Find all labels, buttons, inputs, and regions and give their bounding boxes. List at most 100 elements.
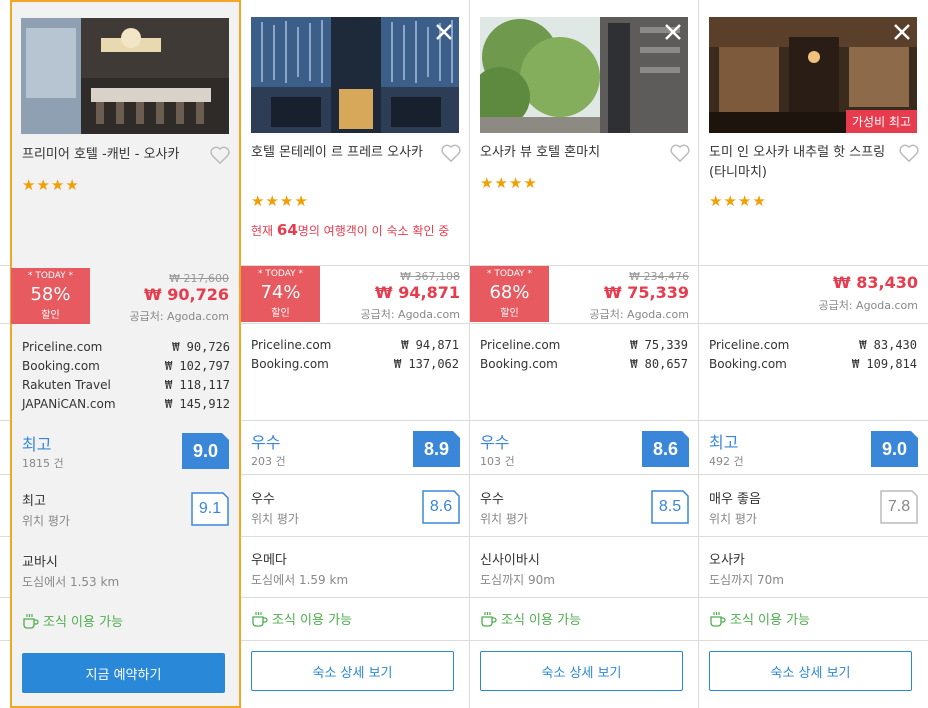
offer-price: ₩ 94,871	[401, 338, 459, 352]
location-rating-word: 우수	[251, 492, 275, 507]
star-rating: ★★★★	[251, 192, 309, 210]
area-name: 신사이바시	[480, 553, 540, 568]
offer-row[interactable]: JAPANiCAN.com ₩ 145,912	[22, 395, 230, 414]
discount-percent: 74%	[260, 282, 301, 303]
heart-icon[interactable]	[440, 143, 462, 163]
location-rating-label: 위치 평가	[709, 512, 757, 526]
discount-label: 할인	[500, 308, 519, 319]
best-price[interactable]: ₩ 94,871	[375, 283, 460, 302]
discount-percent: 58%	[30, 284, 71, 305]
distance: 도심까지 90m	[480, 573, 555, 587]
viewers-count: 64	[276, 221, 298, 239]
today-tag: * TODAY *	[486, 269, 533, 279]
heart-icon[interactable]	[669, 143, 691, 163]
score-value: 9.0	[881, 438, 908, 459]
offer-price: ₩ 109,814	[851, 357, 917, 371]
review-count: 492 건	[709, 455, 744, 468]
distance: 도심까지 70m	[709, 573, 784, 587]
offer-row[interactable]: Booking.com ₩ 137,062	[251, 355, 459, 374]
offer-price: ₩ 83,430	[859, 338, 917, 352]
hotel-photo[interactable]	[251, 17, 459, 133]
area-name: 오사카	[709, 553, 745, 568]
coffee-cup-icon	[252, 611, 268, 627]
offer-site: Booking.com	[480, 357, 558, 371]
breakfast-label: 조식 이용 가능	[501, 613, 582, 628]
close-icon[interactable]	[433, 21, 455, 43]
close-icon[interactable]	[891, 21, 913, 43]
location-score-badge: 8.5	[651, 490, 689, 524]
view-details-button[interactable]: 숙소 상세 보기	[480, 651, 683, 691]
score-value: 9.0	[192, 440, 219, 461]
score-value: 8.9	[423, 438, 450, 459]
offer-price: ₩ 75,339	[630, 338, 688, 352]
hotel-name[interactable]: 도미 인 오사카 내추럴 핫 스프링 (타니마치)	[709, 143, 894, 183]
offer-row[interactable]: Priceline.com ₩ 83,430	[709, 336, 917, 355]
view-details-button[interactable]: 숙소 상세 보기	[709, 651, 912, 691]
offer-site: Priceline.com	[709, 338, 790, 352]
offer-list: Priceline.com ₩ 75,339 Booking.com ₩ 80,65…	[480, 336, 688, 374]
hotel-photo[interactable]	[480, 17, 688, 133]
today-discount-badge: * TODAY * 58% 할인	[11, 268, 90, 324]
star-rating: ★★★★	[22, 176, 80, 194]
hotel-card[interactable]: 가성비 최고 도미 인 오사카 내추럴 핫 스프링 (타니마치) ★★★★ ₩ …	[699, 0, 928, 708]
offer-price: ₩ 102,797	[164, 359, 230, 373]
offer-row[interactable]: Priceline.com ₩ 94,871	[251, 336, 459, 355]
viewers-text: 명의 여행객이 이 숙소 확인 중	[297, 224, 450, 238]
discount-label: 할인	[41, 310, 60, 321]
coffee-cup-icon	[23, 613, 39, 629]
today-discount-badge: * TODAY * 74% 할인	[241, 266, 320, 322]
offer-price: ₩ 137,062	[393, 357, 459, 371]
offer-row[interactable]: Priceline.com ₩ 75,339	[480, 336, 688, 355]
view-details-button[interactable]: 숙소 상세 보기	[251, 651, 454, 691]
hotel-name[interactable]: 프리미어 호텔 -캐빈 - 오사카	[22, 145, 207, 165]
offer-row[interactable]: Booking.com ₩ 109,814	[709, 355, 917, 374]
hotel-name[interactable]: 오사카 뷰 호텔 혼마치	[480, 143, 665, 163]
today-tag: * TODAY *	[27, 271, 74, 281]
hotel-name[interactable]: 호텔 몬테레이 르 프레르 오사카	[251, 143, 436, 163]
hotel-photo[interactable]: 가성비 최고	[709, 17, 917, 133]
supplier: 공급처: Agoda.com	[129, 310, 229, 323]
offer-price: ₩ 80,657	[630, 357, 688, 371]
offer-row[interactable]: Priceline.com ₩ 90,726	[22, 338, 230, 357]
discount-percent: 68%	[489, 282, 530, 303]
offer-site: JAPANiCAN.com	[22, 397, 116, 411]
best-price[interactable]: ₩ 75,339	[604, 283, 689, 302]
rating-word: 최고	[709, 433, 739, 452]
today-discount-badge: * TODAY * 68% 할인	[470, 266, 549, 322]
today-tag: * TODAY *	[257, 269, 304, 279]
offer-price: ₩ 90,726	[172, 340, 230, 354]
original-price: ₩ 367,108	[400, 270, 460, 283]
hotel-card[interactable]: 호텔 몬테레이 르 프레르 오사카 ★★★★ 현재 64명의 여행객이 이 숙소…	[241, 0, 470, 708]
close-icon[interactable]	[662, 21, 684, 43]
best-price[interactable]: ₩ 90,726	[144, 285, 229, 304]
location-rating-label: 위치 평가	[251, 512, 299, 526]
rating-word: 최고	[22, 435, 52, 454]
location-rating-label: 위치 평가	[480, 512, 528, 526]
offer-row[interactable]: Rakuten Travel ₩ 118,117	[22, 376, 230, 395]
location-score-value: 8.5	[658, 498, 682, 515]
hotel-photo[interactable]	[21, 18, 229, 134]
best-price[interactable]: ₩ 83,430	[833, 273, 918, 292]
discount-label: 할인	[271, 308, 290, 319]
offer-list: Priceline.com ₩ 94,871 Booking.com ₩ 137,0…	[251, 336, 459, 374]
location-rating-word: 매우 좋음	[709, 492, 761, 507]
book-now-button[interactable]: 지금 예약하기	[22, 653, 225, 693]
viewers-notice: 현재 64명의 여행객이 이 숙소 확인 중	[251, 222, 451, 240]
hotel-card[interactable]: 프리미어 호텔 -캐빈 - 오사카 ★★★★ * TODAY * 58% 할인 …	[10, 0, 241, 708]
heart-icon[interactable]	[898, 143, 920, 163]
review-count: 203 건	[251, 455, 286, 468]
offer-price: ₩ 118,117	[164, 378, 230, 392]
offer-row[interactable]: Booking.com ₩ 80,657	[480, 355, 688, 374]
offer-row[interactable]: Booking.com ₩ 102,797	[22, 357, 230, 376]
distance: 도심에서 1.59 km	[251, 573, 349, 587]
offer-list: Priceline.com ₩ 90,726 Booking.com ₩ 102,7…	[22, 338, 230, 414]
heart-icon[interactable]	[209, 145, 231, 165]
viewers-text: 현재	[251, 224, 277, 238]
offer-site: Priceline.com	[480, 338, 561, 352]
offer-price: ₩ 145,912	[164, 397, 230, 411]
review-count: 1815 건	[22, 457, 64, 470]
hotel-card[interactable]: 오사카 뷰 호텔 혼마치 ★★★★ * TODAY * 68% 할인 ₩ 234…	[470, 0, 699, 708]
location-score-badge: 8.6	[422, 490, 460, 524]
area-name: 교바시	[22, 555, 58, 570]
location-rating-word: 최고	[22, 494, 46, 509]
